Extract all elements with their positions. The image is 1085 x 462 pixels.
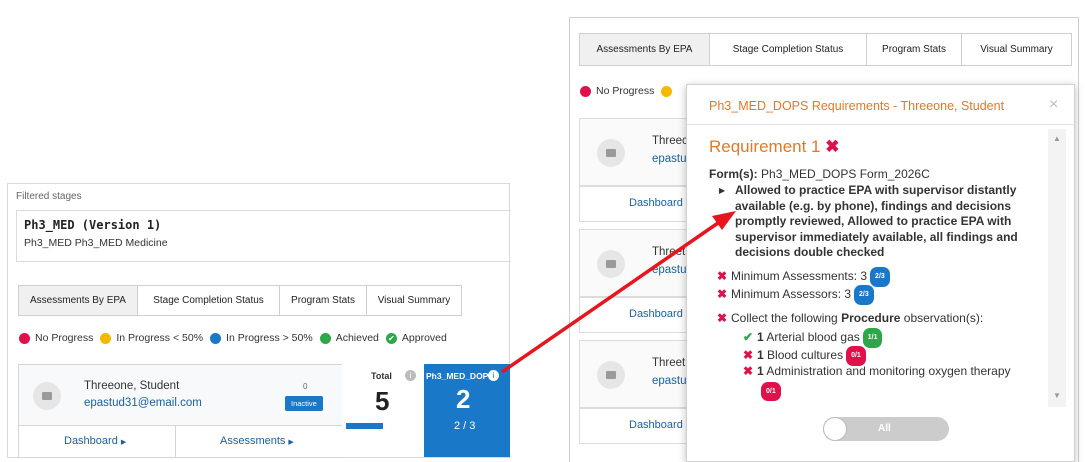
arrow-shaft [501,221,719,374]
red-arrow-icon [501,211,736,374]
arrow-head [712,211,736,230]
